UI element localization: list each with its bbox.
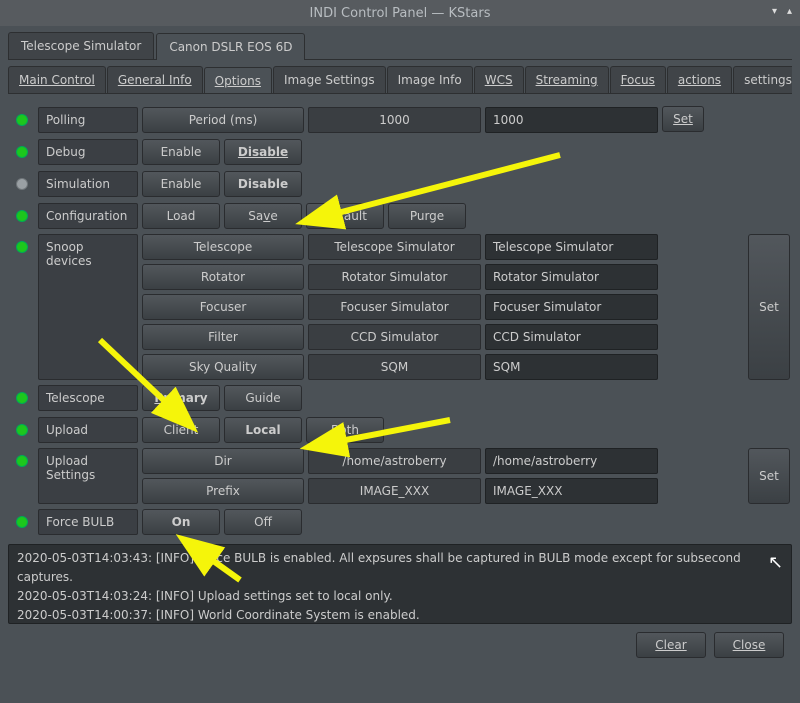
status-dot	[16, 241, 28, 253]
configuration-label: Configuration	[38, 203, 138, 229]
upset-name: Prefix	[142, 478, 304, 504]
status-dot	[16, 455, 28, 467]
polling-set-button[interactable]: Set	[662, 106, 704, 132]
snoop-name: Focuser	[142, 294, 304, 320]
tab-telescope-simulator[interactable]: Telescope Simulator	[8, 32, 154, 59]
upset-ro: IMAGE_XXX	[308, 478, 481, 504]
upset-input[interactable]: IMAGE_XXX	[485, 478, 658, 504]
snoop-input[interactable]: Focuser Simulator	[485, 294, 658, 320]
snoop-name: Rotator	[142, 264, 304, 290]
row-debug: Debug Enable Disable	[10, 138, 790, 166]
tab-wcs[interactable]: WCS	[474, 66, 524, 93]
config-save-button[interactable]: Save	[224, 203, 302, 229]
simulation-enable-button[interactable]: Enable	[142, 171, 220, 197]
polling-period-label: Period (ms)	[142, 107, 304, 133]
status-dot	[16, 146, 28, 158]
snoop-rows: TelescopeTelescope SimulatorTelescope Si…	[142, 234, 744, 380]
tab-actions[interactable]: actions	[667, 66, 732, 93]
tab-streaming[interactable]: Streaming	[525, 66, 609, 93]
snoop-ro: Telescope Simulator	[308, 234, 481, 260]
tab-general-info[interactable]: General Info	[107, 66, 203, 93]
log-panel[interactable]: 2020-05-03T14:03:43: [INFO] Force BULB i…	[8, 544, 792, 624]
snoop-name: Filter	[142, 324, 304, 350]
row-upload: Upload Client Local Both	[10, 416, 790, 444]
snoop-input[interactable]: SQM	[485, 354, 658, 380]
close-button[interactable]: Close	[714, 632, 784, 658]
tab-image-info[interactable]: Image Info	[387, 66, 473, 93]
snoop-ro: Focuser Simulator	[308, 294, 481, 320]
telescope-primary-button[interactable]: Primary	[142, 385, 220, 411]
config-load-button[interactable]: Load	[142, 203, 220, 229]
dialog-footer: Clear Close	[8, 624, 792, 666]
upset-input[interactable]: /home/astroberry	[485, 448, 658, 474]
clear-button[interactable]: Clear	[636, 632, 706, 658]
status-dot	[16, 516, 28, 528]
log-line: 2020-05-03T14:03:43: [INFO] Force BULB i…	[17, 549, 783, 587]
snoop-input[interactable]: CCD Simulator	[485, 324, 658, 350]
status-dot	[16, 114, 28, 126]
row-force-bulb: Force BULB On Off	[10, 508, 790, 536]
tab-main-control[interactable]: Main Control	[8, 66, 106, 93]
snoop-ro: Rotator Simulator	[308, 264, 481, 290]
tab-image-settings[interactable]: Image Settings	[273, 66, 386, 93]
log-line: 2020-05-03T14:03:24: [INFO] Upload setti…	[17, 587, 783, 606]
snoop-name: Telescope	[142, 234, 304, 260]
row-polling: Polling Period (ms) 1000 1000 Set	[10, 106, 790, 134]
polling-label: Polling	[38, 107, 138, 133]
row-telescope: Telescope Primary Guide	[10, 384, 790, 412]
minimize-icon[interactable]: ▾	[772, 6, 777, 17]
snoop-label: Snoop devices	[38, 234, 138, 380]
upload-local-button[interactable]: Local	[224, 417, 302, 443]
forcebulb-on-button[interactable]: On	[142, 509, 220, 535]
config-default-button[interactable]: Default	[306, 203, 384, 229]
maximize-icon[interactable]: ▴	[787, 6, 792, 17]
log-line: 2020-05-03T14:00:37: [INFO] World Coordi…	[17, 606, 783, 624]
forcebulb-label: Force BULB	[38, 509, 138, 535]
status-dot	[16, 178, 28, 190]
upload-both-button[interactable]: Both	[306, 417, 384, 443]
telescope-guide-button[interactable]: Guide	[224, 385, 302, 411]
simulation-disable-button[interactable]: Disable	[224, 171, 302, 197]
debug-enable-button[interactable]: Enable	[142, 139, 220, 165]
tab-canon-dslr[interactable]: Canon DSLR EOS 6D	[156, 33, 305, 60]
tab-settings[interactable]: settings	[733, 66, 792, 93]
row-upload-settings: Upload Settings Dir/home/astroberry/home…	[10, 448, 790, 504]
titlebar: INDI Control Panel — KStars ▾ ▴	[0, 0, 800, 26]
status-dot	[16, 210, 28, 222]
row-configuration: Configuration Load Save Default Purge	[10, 202, 790, 230]
config-purge-button[interactable]: Purge	[388, 203, 466, 229]
snoop-name: Sky Quality	[142, 354, 304, 380]
row-simulation: Simulation Enable Disable	[10, 170, 790, 198]
upload-settings-label: Upload Settings	[38, 448, 138, 504]
upset-name: Dir	[142, 448, 304, 474]
tab-focus[interactable]: Focus	[610, 66, 666, 93]
window-title: INDI Control Panel — KStars	[310, 6, 491, 21]
debug-disable-button[interactable]: Disable	[224, 139, 302, 165]
row-snoop: Snoop devices TelescopeTelescope Simulat…	[10, 234, 790, 380]
upload-label: Upload	[38, 417, 138, 443]
snoop-ro: SQM	[308, 354, 481, 380]
polling-input[interactable]: 1000	[485, 107, 658, 133]
forcebulb-off-button[interactable]: Off	[224, 509, 302, 535]
debug-label: Debug	[38, 139, 138, 165]
snoop-input[interactable]: Telescope Simulator	[485, 234, 658, 260]
sub-tabs: Main Control General Info Options Image …	[8, 66, 792, 94]
polling-ro: 1000	[308, 107, 481, 133]
simulation-label: Simulation	[38, 171, 138, 197]
upload-settings-set-button[interactable]: Set	[748, 448, 790, 504]
upload-client-button[interactable]: Client	[142, 417, 220, 443]
upset-ro: /home/astroberry	[308, 448, 481, 474]
snoop-input[interactable]: Rotator Simulator	[485, 264, 658, 290]
telescope-label: Telescope	[38, 385, 138, 411]
tab-options[interactable]: Options	[204, 67, 272, 94]
device-tabs: Telescope Simulator Canon DSLR EOS 6D	[8, 32, 792, 60]
snoop-ro: CCD Simulator	[308, 324, 481, 350]
status-dot	[16, 392, 28, 404]
snoop-set-button[interactable]: Set	[748, 234, 790, 380]
status-dot	[16, 424, 28, 436]
